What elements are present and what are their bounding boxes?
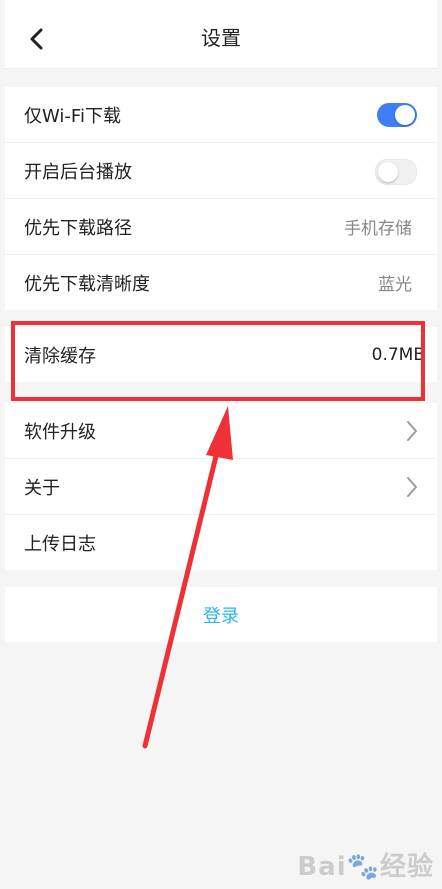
download-path-label: 优先下载路径 bbox=[24, 217, 132, 239]
software-upgrade-label: 软件升级 bbox=[24, 421, 96, 443]
toggle-knob bbox=[378, 162, 398, 182]
download-quality-value: 蓝光 bbox=[378, 275, 412, 295]
login-label: 登录 bbox=[203, 605, 239, 627]
page-title: 设置 bbox=[201, 26, 241, 50]
baidu-watermark: Bai🐾经验 bbox=[297, 846, 434, 883]
wifi-only-download-row[interactable]: 仅Wi-Fi下载 bbox=[5, 87, 437, 143]
chevron-right-icon bbox=[407, 477, 417, 497]
software-upgrade-row[interactable]: 软件升级 bbox=[5, 403, 437, 459]
upload-log-label: 上传日志 bbox=[24, 533, 96, 555]
clear-cache-row[interactable]: 清除缓存 0.7MB bbox=[5, 327, 437, 382]
header: 设置 bbox=[5, 0, 437, 69]
background-play-label: 开启后台播放 bbox=[24, 161, 132, 183]
download-quality-row[interactable]: 优先下载清晰度 蓝光 bbox=[5, 255, 437, 310]
background-play-toggle[interactable] bbox=[375, 159, 417, 185]
cache-group: 清除缓存 0.7MB bbox=[5, 327, 437, 382]
login-button[interactable]: 登录 bbox=[5, 587, 437, 642]
about-label: 关于 bbox=[24, 477, 60, 499]
download-quality-label: 优先下载清晰度 bbox=[24, 273, 150, 295]
about-row[interactable]: 关于 bbox=[5, 459, 437, 515]
watermark-suffix: 经验 bbox=[379, 852, 434, 882]
about-group: 软件升级 关于 上传日志 bbox=[5, 403, 437, 570]
download-settings-group: 仅Wi-Fi下载 开启后台播放 优先下载路径 手机存储 优先下载清晰度 蓝光 bbox=[5, 87, 437, 310]
paw-logo-icon: 🐾 bbox=[346, 852, 380, 882]
background-play-row[interactable]: 开启后台播放 bbox=[5, 143, 437, 199]
cache-size-value: 0.7MB bbox=[371, 344, 425, 365]
download-path-row[interactable]: 优先下载路径 手机存储 bbox=[5, 199, 437, 255]
wifi-only-download-label: 仅Wi-Fi下载 bbox=[24, 105, 121, 127]
watermark-brand: Bai bbox=[297, 852, 347, 882]
clear-cache-label: 清除缓存 bbox=[24, 345, 96, 367]
download-path-value: 手机存储 bbox=[344, 219, 412, 239]
toggle-knob bbox=[395, 105, 415, 125]
chevron-right-icon bbox=[407, 421, 417, 441]
upload-log-row[interactable]: 上传日志 bbox=[5, 515, 437, 570]
wifi-only-download-toggle[interactable] bbox=[377, 103, 417, 127]
